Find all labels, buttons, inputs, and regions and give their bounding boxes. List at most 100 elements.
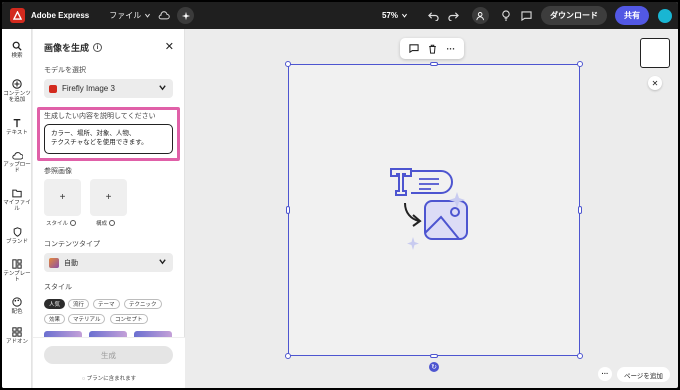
adobe-express-logo-icon[interactable] xyxy=(10,8,25,23)
brand-icon xyxy=(13,227,21,237)
rail-item-upload[interactable]: アップロード xyxy=(2,151,32,175)
invite-user-icon[interactable] xyxy=(472,7,489,24)
resize-handle[interactable] xyxy=(285,61,291,67)
zoom-value: 57% xyxy=(381,11,398,20)
composition-reference-caption: 構成 xyxy=(96,219,116,227)
chip-effect[interactable]: 効果 xyxy=(44,314,66,324)
text-icon xyxy=(13,119,21,128)
rail-item-addons[interactable]: アドオン xyxy=(2,327,32,345)
top-bar-right: 57% ダウンロード 共有 xyxy=(382,2,672,29)
rail-item-text[interactable]: テキスト xyxy=(2,118,32,136)
rail-item-search[interactable]: 検索 xyxy=(2,41,32,59)
content-type-value: 自動 xyxy=(64,259,78,267)
style-label: スタイル xyxy=(44,284,72,291)
chip-theme[interactable]: テーマ xyxy=(93,299,120,309)
rail-item-my-files[interactable]: マイファイル xyxy=(2,189,32,213)
more-icon[interactable]: ··· xyxy=(598,367,612,381)
generate-image-panel: 画像を生成 i ✕ モデルを選択 Firefly Image 3 生成したい内容… xyxy=(33,29,185,388)
comment-icon[interactable] xyxy=(519,9,533,23)
add-page-button[interactable]: ページを追加 xyxy=(617,367,670,382)
panel-title: 画像を生成 i xyxy=(44,41,103,54)
resize-handle[interactable] xyxy=(578,206,582,214)
chip-material[interactable]: マテリアル xyxy=(68,314,106,324)
resize-handle[interactable] xyxy=(286,206,290,214)
composition-reference-button[interactable]: + xyxy=(90,179,127,216)
cloud-icon[interactable] xyxy=(157,9,171,23)
rail-item-label: コンテンツを追加 xyxy=(3,91,31,104)
share-button[interactable]: 共有 xyxy=(615,6,649,25)
chevron-down-icon xyxy=(145,13,151,18)
model-label: モデルを選択 xyxy=(44,67,86,74)
page-thumbnail[interactable] xyxy=(640,38,670,68)
resize-handle[interactable] xyxy=(577,61,583,67)
style-reference-caption: スタイル xyxy=(46,219,77,227)
lightbulb-icon[interactable] xyxy=(499,9,513,23)
chip-technique[interactable]: テクニック xyxy=(124,299,162,309)
style-reference-button[interactable]: + xyxy=(44,179,81,216)
rail-item-label: 検索 xyxy=(11,53,23,59)
template-icon xyxy=(12,259,22,269)
content-type-select[interactable]: 自動 xyxy=(44,253,173,272)
rail-item-brand[interactable]: ブランド xyxy=(2,227,32,245)
file-menu-label: ファイル xyxy=(109,11,142,20)
resize-handle[interactable] xyxy=(285,353,291,359)
rail-item-add-content[interactable]: コンテンツを追加 xyxy=(2,79,32,104)
upload-icon xyxy=(11,152,23,160)
chip-popular[interactable]: 人気 xyxy=(44,299,66,309)
chip-trending[interactable]: 流行 xyxy=(68,299,90,309)
resize-handle[interactable] xyxy=(430,354,438,358)
rail-item-label: 配色 xyxy=(11,309,23,315)
rail-item-label: アップロード xyxy=(3,162,31,175)
magic-icon[interactable] xyxy=(177,7,195,24)
plus-icon: + xyxy=(105,192,112,203)
trash-icon[interactable] xyxy=(428,44,437,54)
resize-handle[interactable] xyxy=(430,62,438,66)
download-button[interactable]: ダウンロード xyxy=(541,6,607,25)
close-icon[interactable]: ✕ xyxy=(648,76,662,90)
prompt-input[interactable]: カラー、場所、対象、人物、 テクスチャなどを使用できます。 xyxy=(44,124,173,154)
addon-icon xyxy=(12,327,22,337)
element-toolbar: ··· xyxy=(400,38,464,59)
palette-icon xyxy=(12,297,22,307)
redo-icon[interactable] xyxy=(446,9,460,23)
comment-icon[interactable] xyxy=(409,44,419,53)
more-icon[interactable]: ··· xyxy=(446,44,455,54)
close-icon[interactable]: ✕ xyxy=(165,40,174,53)
model-select-value: Firefly Image 3 xyxy=(62,84,115,93)
generate-button[interactable]: 生成 xyxy=(44,346,173,364)
plus-circle-icon xyxy=(12,79,22,89)
canvas-page[interactable] xyxy=(288,64,580,356)
chevron-down-icon xyxy=(402,13,407,18)
plan-note-text: プランに含まれます xyxy=(86,376,137,382)
info-icon[interactable] xyxy=(109,220,116,226)
undo-icon[interactable] xyxy=(426,9,440,23)
generate-placeholder-illustration xyxy=(390,168,468,250)
rotate-icon[interactable]: ↻ xyxy=(429,362,439,372)
firefly-icon xyxy=(49,84,57,93)
rail-item-label: マイファイル xyxy=(3,200,31,213)
search-icon xyxy=(12,41,22,51)
app-name: Adobe Express xyxy=(31,11,90,20)
info-icon[interactable]: i xyxy=(93,43,103,52)
left-rail: 検索 コンテンツを追加 テキスト アップロード マイファイル ブランド テンプレ… xyxy=(2,29,32,388)
rail-item-colors[interactable]: 配色 xyxy=(2,297,32,315)
rail-item-label: アドオン xyxy=(5,339,28,345)
style-reference-label: スタイル xyxy=(46,221,69,227)
chevron-down-icon xyxy=(159,85,166,91)
zoom-control[interactable]: 57% xyxy=(382,11,408,20)
model-select[interactable]: Firefly Image 3 xyxy=(44,79,173,98)
chevron-down-icon xyxy=(159,259,166,265)
plus-icon: + xyxy=(59,192,66,203)
file-menu[interactable]: ファイル xyxy=(109,10,151,21)
prompt-label: 生成したい内容を説明してください xyxy=(44,113,156,120)
top-bar: Adobe Express ファイル 57% ダウンロード 共有 xyxy=(2,2,678,29)
reference-label: 参照画像 xyxy=(44,168,72,175)
avatar[interactable] xyxy=(658,8,672,23)
resize-handle[interactable] xyxy=(577,353,583,359)
info-icon[interactable] xyxy=(70,220,77,226)
app-window: Adobe Express ファイル 57% ダウンロード 共有 検索 コンテン… xyxy=(2,2,678,388)
chip-concept[interactable]: コンセプト xyxy=(110,314,148,324)
prompt-placeholder-line2: テクスチャなどを使用できます。 xyxy=(51,139,148,147)
rail-item-templates[interactable]: テンプレート xyxy=(2,259,32,284)
content-type-label: コンテンツタイプ xyxy=(44,241,100,248)
